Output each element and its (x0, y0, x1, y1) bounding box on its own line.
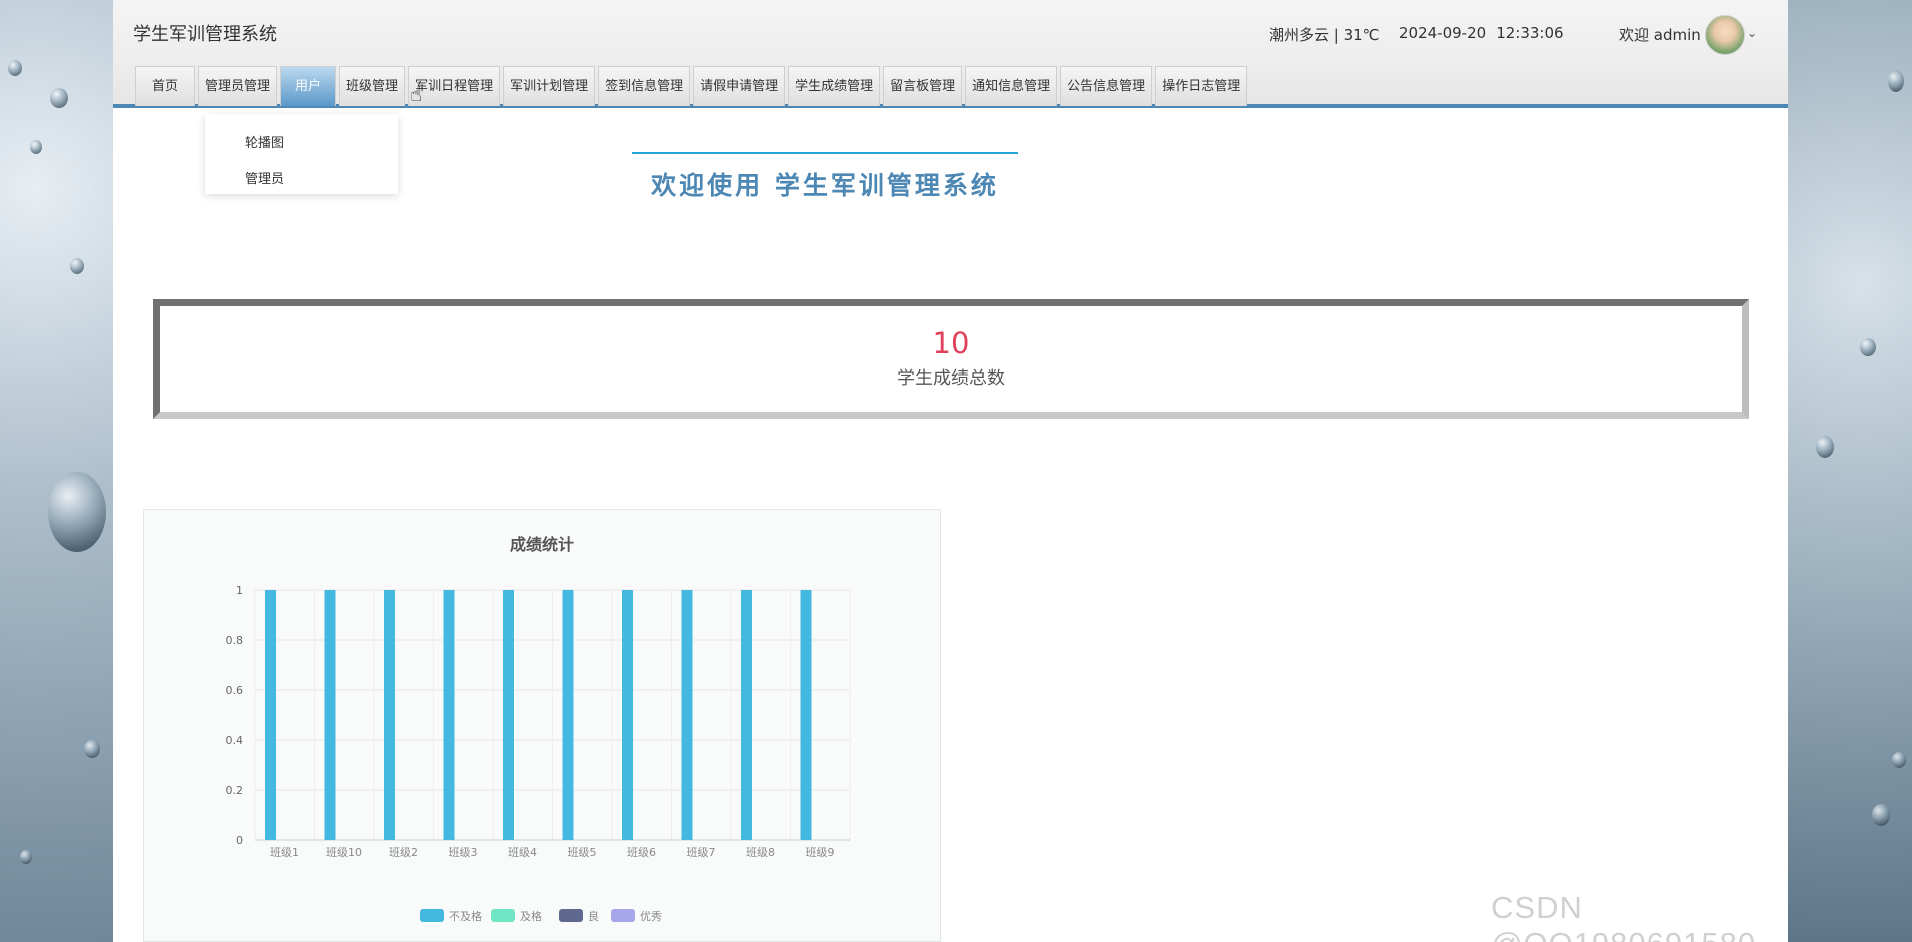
nav-item[interactable]: 请假申请管理 (693, 66, 786, 106)
raindrop (20, 850, 32, 864)
nav-item[interactable]: 军训计划管理 (503, 66, 596, 106)
nav-item[interactable]: 用户 (280, 66, 337, 106)
x-tick-label: 班级4 (508, 846, 537, 859)
time-text: 12:33:06 (1496, 24, 1564, 42)
x-tick-label: 班级2 (389, 846, 418, 859)
main-nav: 首页 管理员管理 用户 班级管理 军训日程管理 军训计划管理 签到信息管理 请假申请管理 学生成… (135, 66, 1248, 106)
date-text: 2024-09-20 (1399, 24, 1487, 42)
legend-label: 良 (588, 909, 599, 923)
raindrop (30, 140, 42, 154)
bar (800, 590, 812, 840)
background-right (1788, 0, 1912, 942)
nav-item[interactable]: 通知信息管理 (965, 66, 1058, 106)
raindrop (1872, 804, 1890, 826)
bar (681, 590, 693, 840)
bar (324, 590, 336, 840)
x-tick-label: 班级1 (270, 846, 299, 859)
chart-title: 成绩统计 (510, 535, 574, 554)
y-tick-label: 0.8 (226, 634, 244, 647)
nav-item[interactable]: 签到信息管理 (598, 66, 691, 106)
nav-item[interactable]: 操作日志管理 (1155, 66, 1248, 106)
raindrop (1816, 436, 1834, 458)
app-title: 学生军训管理系统 (133, 24, 277, 45)
bar (265, 590, 276, 840)
bar (503, 590, 514, 840)
datetime: 2024-09-20 12:33:06 (1399, 24, 1564, 42)
legend-swatch (491, 909, 515, 922)
bar (741, 590, 752, 840)
bar-chart: 成绩统计 0 0.2 0.4 0.6 0.8 1 班级1 班级10 班级2 班级3 班级4 班级5 班级6… (226, 535, 851, 923)
legend-label: 及格 (520, 909, 542, 923)
stat-card: 10 学生成绩总数 (153, 299, 1749, 419)
x-tick-label: 班级3 (449, 846, 478, 859)
nav-item[interactable]: 首页 (135, 66, 196, 106)
raindrop (48, 472, 106, 552)
raindrop (1860, 338, 1876, 356)
chart-card: 成绩统计 0 0.2 0.4 0.6 0.8 1 班级1 班级10 班级2 班级3 班级4 班级5 班级6… (143, 509, 941, 942)
weather-info: 潮州多云 | 31℃ (1269, 26, 1380, 44)
legend-swatch (420, 909, 444, 922)
x-tick-label: 班级9 (806, 846, 835, 859)
y-tick-label: 0.6 (226, 684, 244, 697)
dropdown-item-admin[interactable]: 管理员 (245, 168, 284, 187)
user-dropdown-menu: 轮播图 管理员 (205, 114, 398, 194)
bar (384, 590, 395, 840)
header: 学生军训管理系统 潮州多云 | 31℃ 2024-09-20 12:33:06 欢… (113, 0, 1788, 108)
nav-item[interactable]: 留言板管理 (883, 66, 963, 106)
raindrop (1892, 752, 1906, 768)
nav-item[interactable]: 班级管理 (339, 66, 406, 106)
y-tick-label: 0.2 (226, 784, 244, 797)
x-tick-label: 班级5 (568, 846, 597, 859)
bar (622, 590, 633, 840)
nav-item[interactable]: 学生成绩管理 (788, 66, 881, 106)
legend-swatch (611, 909, 635, 922)
legend-label: 优秀 (640, 910, 662, 923)
bar (562, 590, 574, 840)
stat-value: 10 (932, 326, 970, 360)
x-tick-label: 班级7 (687, 846, 716, 859)
raindrop (70, 258, 84, 274)
dropdown-item-carousel[interactable]: 轮播图 (245, 132, 284, 151)
mouse-cursor-icon: ☝ (410, 82, 423, 106)
y-tick-label: 0.4 (226, 734, 244, 747)
welcome-banner-text: 欢迎使用 学生军训管理系统 (651, 171, 999, 200)
welcome-banner: 欢迎使用 学生军训管理系统 (632, 152, 1018, 202)
raindrop (50, 88, 68, 108)
nav-item[interactable]: 管理员管理 (198, 66, 278, 106)
legend-swatch (559, 909, 583, 922)
avatar[interactable] (1705, 15, 1745, 55)
welcome-text: 欢迎 admin (1619, 26, 1701, 44)
bar (443, 590, 455, 840)
x-tick-label: 班级6 (627, 846, 656, 859)
raindrop (1888, 70, 1904, 92)
raindrop (8, 60, 22, 76)
app-window: 学生军训管理系统 潮州多云 | 31℃ 2024-09-20 12:33:06 欢… (113, 0, 1788, 942)
nav-item[interactable]: 公告信息管理 (1060, 66, 1153, 106)
stat-label: 学生成绩总数 (897, 368, 1005, 389)
x-tick-label: 班级8 (746, 846, 775, 859)
legend-label: 不及格 (449, 909, 482, 923)
watermark: CSDN @QQ1980691580 (1491, 890, 1755, 942)
y-tick-label: 1 (236, 584, 243, 597)
y-tick-label: 0 (236, 834, 243, 847)
background-left (0, 0, 113, 942)
chevron-down-icon[interactable]: ⌄ (1747, 26, 1757, 40)
raindrop (84, 740, 100, 758)
x-tick-label: 班级10 (326, 846, 362, 859)
